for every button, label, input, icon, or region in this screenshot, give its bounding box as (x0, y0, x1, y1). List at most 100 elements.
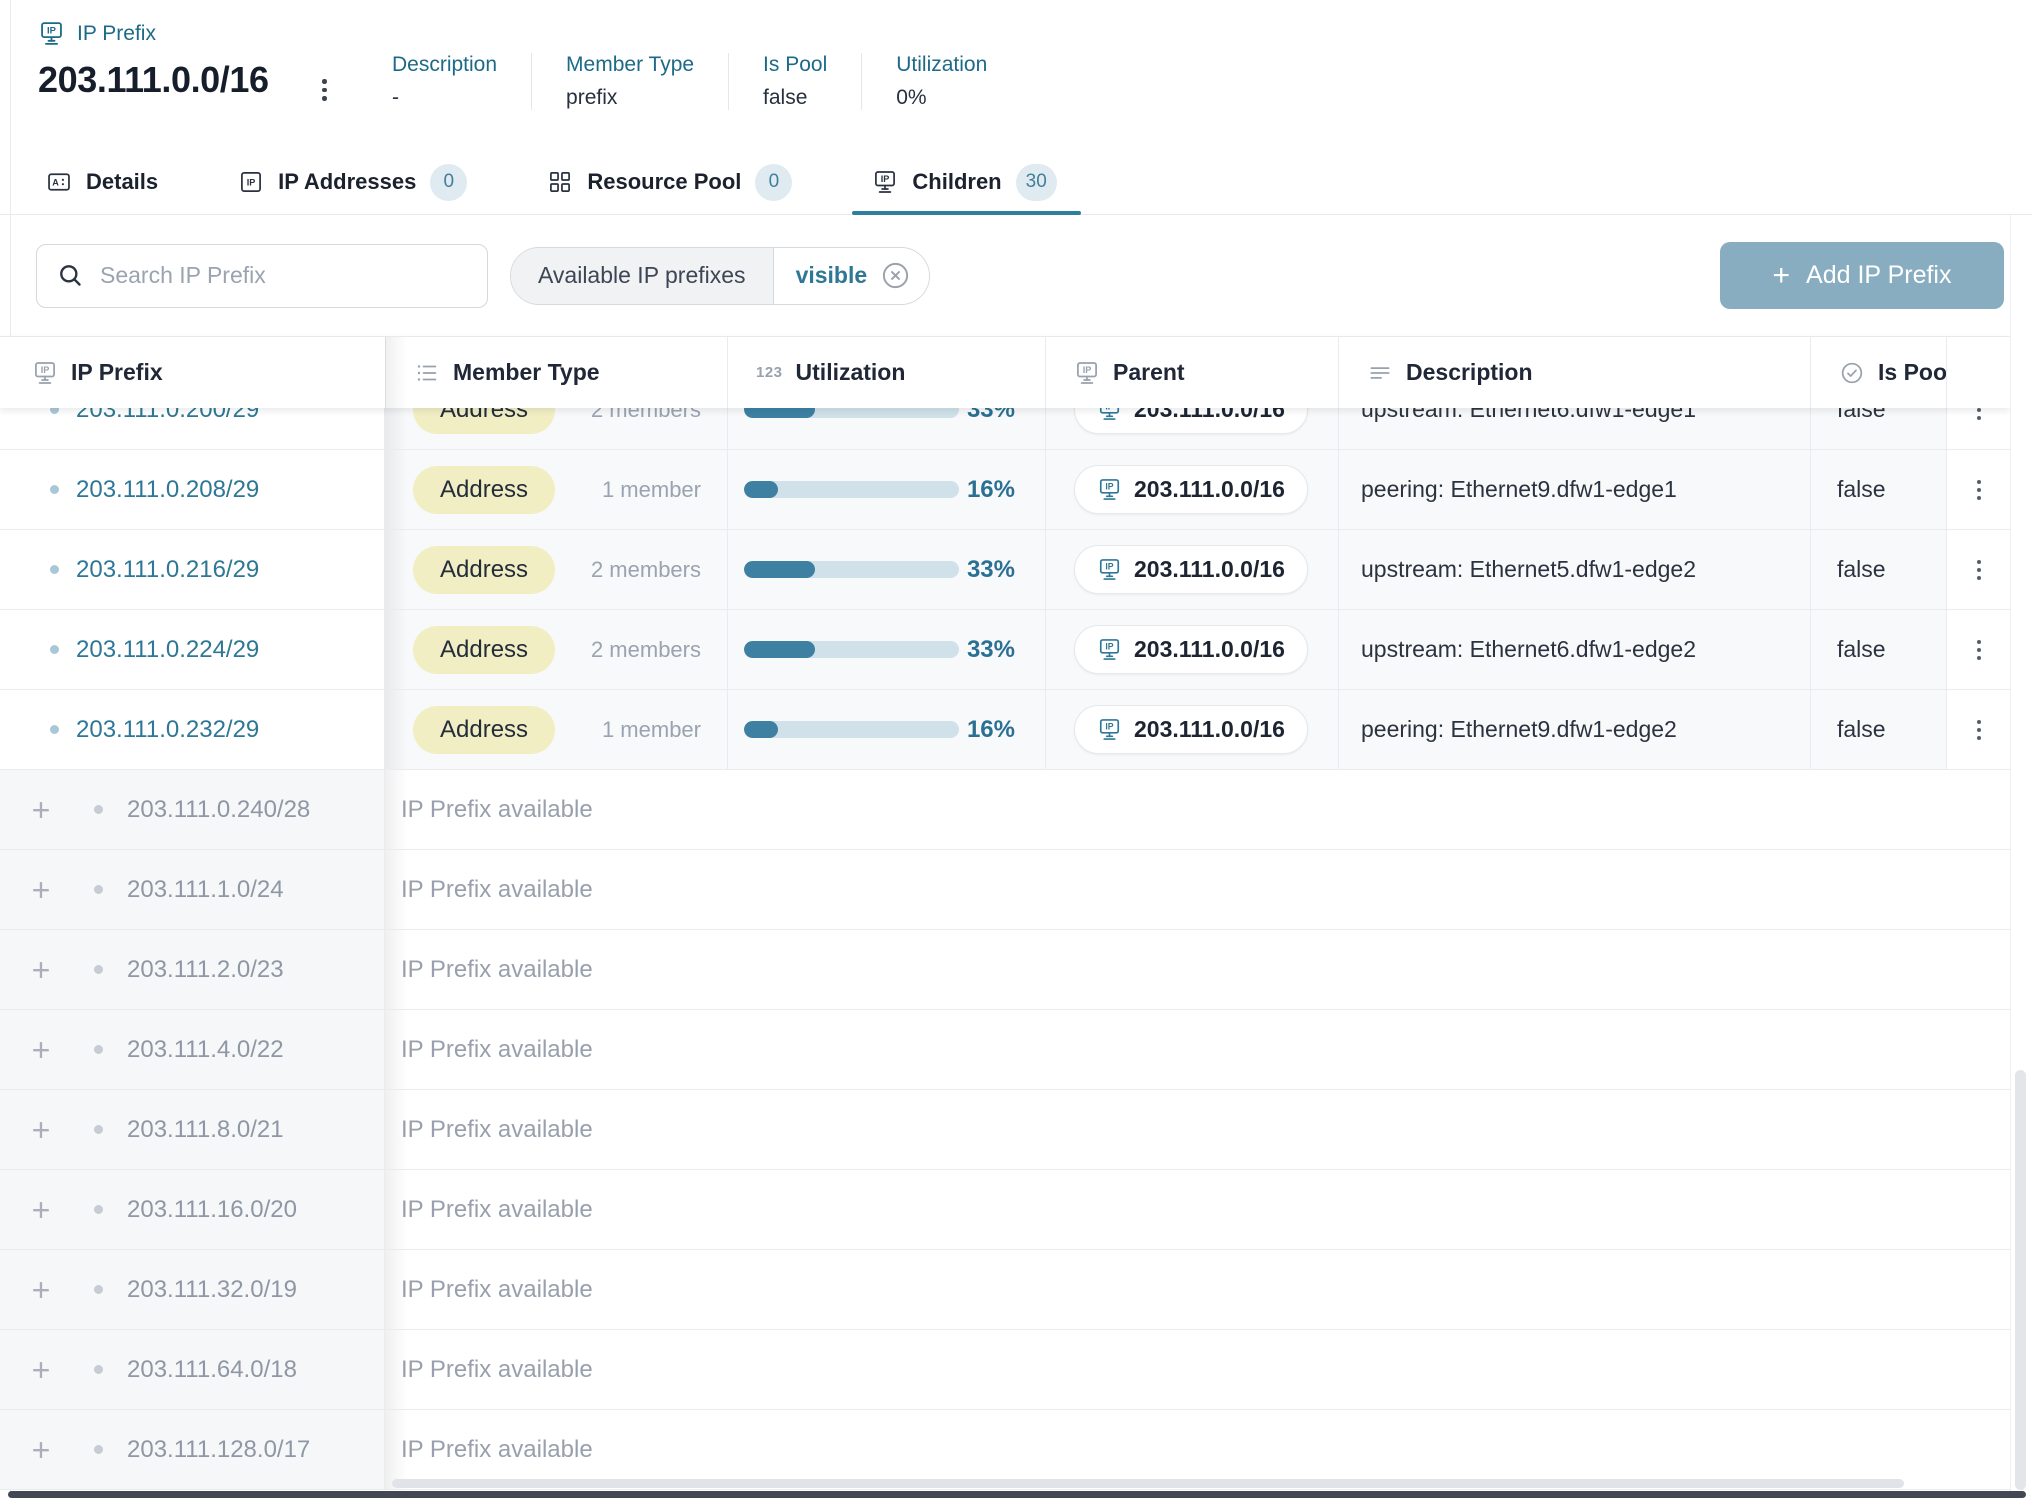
svg-text:A: A (52, 177, 59, 187)
utilization-percent: 16% (967, 476, 1015, 504)
meta-value: 0% (896, 86, 987, 110)
tab-details[interactable]: A Details (38, 150, 166, 214)
prefix-cell: 203.111.0.208/29 (0, 450, 385, 529)
utilization-percent: 16% (967, 716, 1015, 744)
tab-bar: A Details IP IP Addresses 0 Resource Poo… (0, 150, 2032, 215)
member-type-cell: Address 2 members (385, 610, 727, 689)
parent-pill[interactable]: IP 203.111.0.0/16 (1074, 545, 1308, 594)
filter-remove-icon[interactable] (880, 260, 911, 291)
table-row: 203.111.0.208/29 Address 1 member 16% IP… (0, 450, 2010, 530)
column-header-description[interactable]: Description (1338, 337, 1810, 408)
tab-resource-pool[interactable]: Resource Pool 0 (539, 150, 800, 214)
add-prefix-plus-icon[interactable]: + (30, 954, 52, 986)
svg-text:IP: IP (41, 364, 50, 374)
available-prefix-label: 203.111.128.0/17 (127, 1436, 310, 1464)
utilization-bar (744, 561, 959, 578)
svg-text:IP: IP (1105, 481, 1113, 491)
column-header-member-type[interactable]: Member Type (385, 337, 727, 408)
row-menu-button[interactable] (1969, 712, 1989, 748)
list-icon (414, 360, 440, 386)
horizontal-scrollbar-thumb[interactable] (392, 1479, 1904, 1488)
search-input[interactable] (100, 262, 467, 289)
add-prefix-plus-icon[interactable]: + (30, 1274, 52, 1306)
available-label: IP Prefix available (385, 1170, 2010, 1249)
member-type-badge: Address (413, 626, 555, 674)
prefix-cell: + 203.111.0.240/28 (0, 770, 385, 849)
parent-cell: IP 203.111.0.0/16 (1045, 690, 1338, 769)
available-row: + 203.111.4.0/22 IP Prefix available (0, 1010, 2010, 1090)
add-prefix-plus-icon[interactable]: + (30, 1034, 52, 1066)
column-header-parent[interactable]: IP Parent (1045, 337, 1338, 408)
column-label: Description (1406, 359, 1533, 386)
title-menu-button[interactable] (314, 71, 335, 109)
parent-pill[interactable]: IP 203.111.0.0/16 (1074, 705, 1308, 754)
available-row: + 203.111.16.0/20 IP Prefix available (0, 1170, 2010, 1250)
available-prefix-label: 203.111.32.0/19 (127, 1276, 297, 1304)
utilization-bar-fill (744, 721, 778, 738)
parent-pill[interactable]: IP 203.111.0.0/16 (1074, 625, 1308, 674)
bullet-dot-icon (50, 565, 59, 574)
column-label: Parent (1113, 359, 1185, 386)
page-title: 203.111.0.0/16 (38, 59, 269, 101)
search-box[interactable] (36, 244, 488, 308)
prefix-link[interactable]: 203.111.0.216/29 (76, 556, 259, 584)
breadcrumb[interactable]: IP IP Prefix (38, 20, 2032, 47)
parent-cell: IP 203.111.0.0/16 (1045, 530, 1338, 609)
available-prefix-label: 203.111.8.0/21 (127, 1116, 284, 1144)
vertical-scrollbar (2010, 215, 2032, 1498)
ip-address-icon: IP (238, 169, 264, 195)
column-label: IP Prefix (71, 359, 163, 386)
row-menu-button[interactable] (1969, 552, 1989, 588)
parent-label: 203.111.0.0/16 (1134, 556, 1285, 583)
grid-icon (547, 169, 573, 195)
prefix-link[interactable]: 203.111.0.208/29 (76, 476, 259, 504)
meta-member-type: Member Type prefix (531, 53, 728, 110)
add-prefix-plus-icon[interactable]: + (30, 1194, 52, 1226)
svg-text:IP: IP (1105, 721, 1113, 731)
member-count: 1 member (602, 477, 701, 503)
bullet-dot-icon (94, 1445, 103, 1454)
column-label: Utilization (796, 359, 906, 386)
add-prefix-plus-icon[interactable]: + (30, 1434, 52, 1466)
prefix-cell: 203.111.0.232/29 (0, 690, 385, 769)
row-menu-button[interactable] (1969, 472, 1989, 508)
meta-label: Is Pool (763, 53, 827, 77)
column-header-ip-prefix[interactable]: IP IP Prefix (0, 337, 385, 408)
add-prefix-plus-icon[interactable]: + (30, 1114, 52, 1146)
add-prefix-plus-icon[interactable]: + (30, 794, 52, 826)
svg-text:IP: IP (1105, 641, 1113, 651)
column-header-is-pool[interactable]: Is Pool (1810, 337, 1946, 408)
filter-chip-value: visible (773, 248, 930, 304)
available-row: + 203.111.64.0/18 IP Prefix available (0, 1330, 2010, 1410)
column-label: Member Type (453, 359, 600, 386)
prefix-link[interactable]: 203.111.0.224/29 (76, 636, 259, 664)
tab-children[interactable]: IP Children 30 (864, 150, 1064, 214)
vertical-scrollbar-thumb[interactable] (2015, 1070, 2026, 1490)
parent-pill[interactable]: IP 203.111.0.0/16 (1074, 465, 1308, 514)
utilization-cell: 33% (727, 610, 1045, 689)
meta-value: false (763, 86, 827, 110)
breadcrumb-label[interactable]: IP Prefix (77, 22, 156, 46)
svg-text:IP: IP (1083, 364, 1092, 374)
ip-prefix-icon: IP (1097, 557, 1122, 582)
available-label: IP Prefix available (385, 1330, 2010, 1409)
add-ip-prefix-button[interactable]: + Add IP Prefix (1720, 242, 2004, 309)
available-label: IP Prefix available (385, 770, 2010, 849)
available-label: IP Prefix available (385, 850, 2010, 929)
is-pool-cell: false (1810, 690, 1946, 769)
parent-label: 203.111.0.0/16 (1134, 476, 1285, 503)
actions-cell (1946, 530, 2010, 609)
column-header-utilization[interactable]: 123 Utilization (727, 337, 1045, 408)
row-menu-button[interactable] (1969, 632, 1989, 668)
prefix-link[interactable]: 203.111.0.232/29 (76, 716, 259, 744)
member-count: 1 member (602, 717, 701, 743)
actions-cell (1946, 690, 2010, 769)
svg-text:IP: IP (1105, 561, 1113, 571)
tab-ip-addresses[interactable]: IP IP Addresses 0 (230, 150, 475, 214)
meta-label: Member Type (566, 53, 694, 77)
add-prefix-plus-icon[interactable]: + (30, 874, 52, 906)
search-icon (57, 262, 84, 289)
utilization-bar-fill (744, 561, 815, 578)
add-prefix-plus-icon[interactable]: + (30, 1354, 52, 1386)
filter-chip[interactable]: Available IP prefixes visible (510, 247, 930, 305)
